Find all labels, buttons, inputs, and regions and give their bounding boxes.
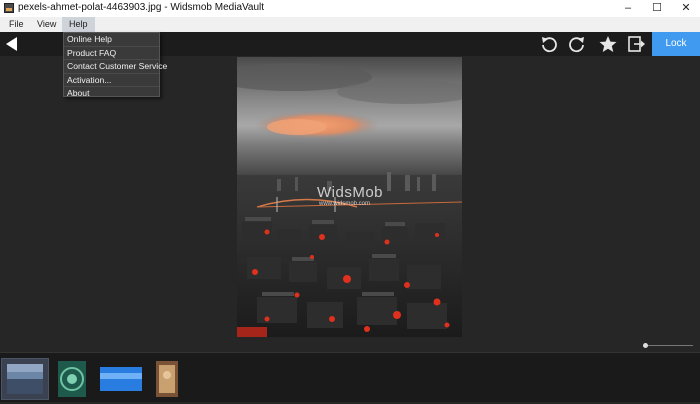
lock-button[interactable]: Lock xyxy=(652,32,700,56)
thumbnail-portrait[interactable] xyxy=(152,359,182,399)
menu-bar: File View Help xyxy=(0,17,700,32)
export-icon[interactable] xyxy=(626,34,646,54)
zoom-track xyxy=(643,345,693,346)
close-button[interactable]: ✕ xyxy=(672,0,700,17)
thumbnail-mandala[interactable] xyxy=(55,359,91,399)
back-arrow-icon[interactable] xyxy=(2,34,22,54)
mandala-thumbnail-image xyxy=(58,361,86,397)
menu-view[interactable]: View xyxy=(30,17,63,32)
menu-about[interactable]: About xyxy=(64,87,159,100)
watermark-url: www.widsmob.com xyxy=(319,201,371,207)
maximize-button[interactable]: ☐ xyxy=(643,0,671,17)
menu-product-faq[interactable]: Product FAQ xyxy=(64,47,159,61)
minimize-button[interactable]: – xyxy=(614,0,642,17)
portrait-thumbnail-image xyxy=(156,361,178,397)
filmstrip xyxy=(0,352,700,402)
rotate-right-icon[interactable] xyxy=(567,34,587,54)
zoom-slider[interactable] xyxy=(643,342,693,350)
star-icon[interactable] xyxy=(598,34,618,54)
menu-online-help[interactable]: Online Help xyxy=(64,33,159,47)
image-viewer: WidsMob www.widsmob.com xyxy=(0,56,700,352)
thumbnail-water[interactable] xyxy=(98,359,144,399)
main-photo: WidsMob www.widsmob.com xyxy=(237,57,462,337)
help-dropdown-menu: Online Help Product FAQ Contact Customer… xyxy=(63,32,167,100)
thumbnail-city[interactable] xyxy=(1,358,49,400)
app-icon xyxy=(4,3,14,13)
city-thumbnail-image xyxy=(7,364,43,394)
menu-activation[interactable]: Activation... xyxy=(64,74,159,88)
window-title: pexels-ahmet-polat-4463903.jpg - Widsmob… xyxy=(18,2,265,13)
title-bar: pexels-ahmet-polat-4463903.jpg - Widsmob… xyxy=(0,0,700,18)
water-thumbnail-image xyxy=(100,367,142,391)
rotate-left-icon[interactable] xyxy=(539,34,559,54)
watermark-text: WidsMob xyxy=(317,184,384,201)
menu-file[interactable]: File xyxy=(2,17,31,32)
menu-contact-customer-service[interactable]: Contact Customer Service xyxy=(64,60,167,74)
zoom-handle[interactable] xyxy=(643,343,648,348)
menu-help[interactable]: Help xyxy=(62,17,95,32)
